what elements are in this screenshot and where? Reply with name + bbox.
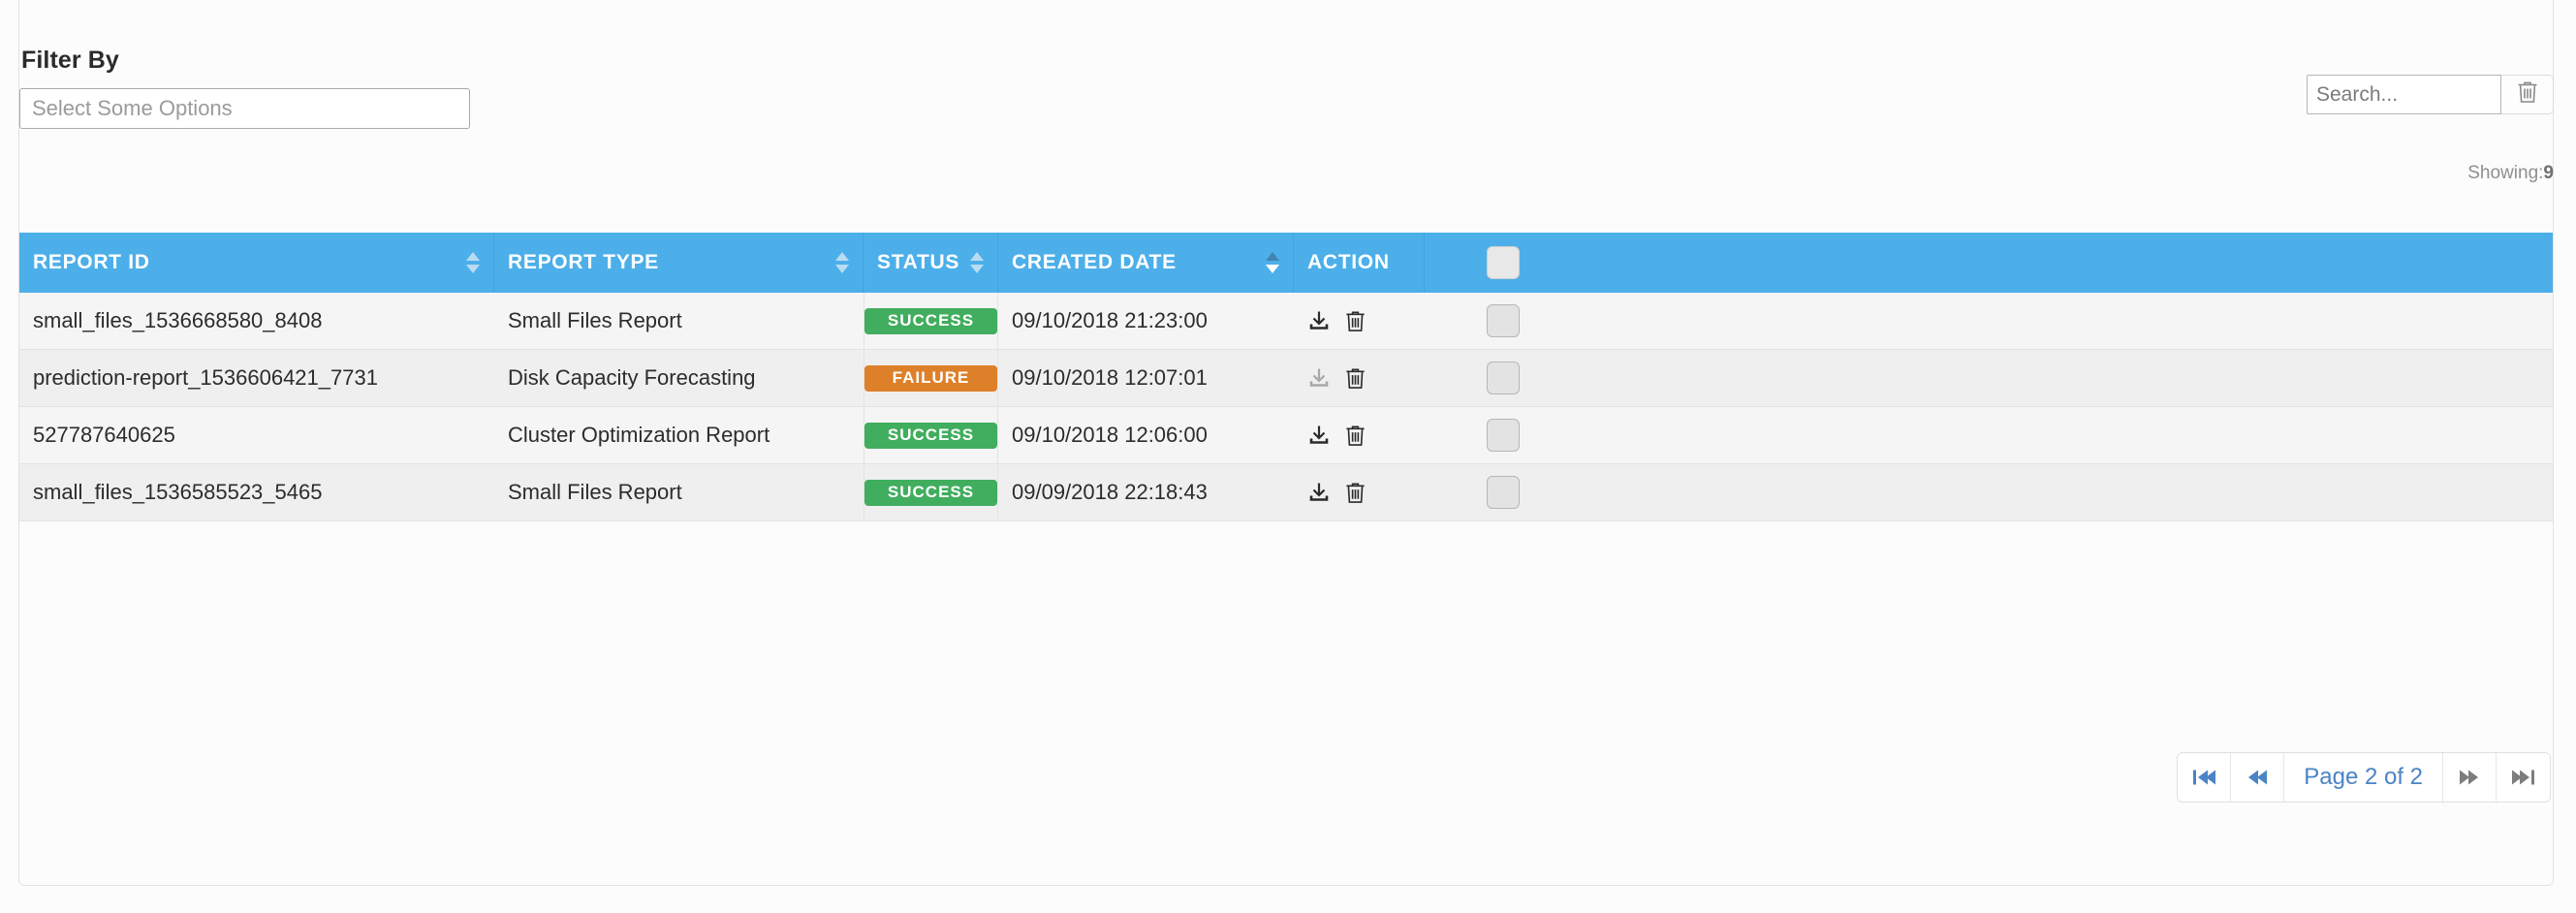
sort-toggle-created-date[interactable] [1266, 250, 1279, 275]
table-row: small_files_1536668580_8408 Small Files R… [19, 293, 2553, 350]
delete-report-button[interactable] [1344, 424, 1367, 448]
last-page-button[interactable] [2497, 753, 2550, 802]
row-checkbox[interactable] [1487, 304, 1520, 337]
trash-icon [1346, 482, 1365, 503]
table-row: small_files_1536585523_5465 Small Files R… [19, 464, 2553, 521]
table-header-row: REPORT ID REPORT TYPE STATUS CREATED DAT… [19, 233, 2553, 293]
cell-report-type: Small Files Report [508, 480, 682, 504]
skip-to-end-icon [2511, 770, 2534, 785]
trash-icon [1346, 425, 1365, 446]
next-page-button[interactable] [2443, 753, 2497, 802]
download-report-button[interactable] [1307, 309, 1331, 332]
filter-select[interactable]: Select Some Options [19, 88, 470, 129]
cell-select [1425, 293, 1582, 349]
cell-select [1425, 407, 1582, 463]
previous-page-button[interactable] [2231, 753, 2285, 802]
download-report-button[interactable] [1307, 481, 1331, 504]
cell-status: SUCCESS [864, 464, 998, 520]
cell-created-date: 09/10/2018 12:07:01 [1012, 365, 1208, 390]
row-checkbox[interactable] [1487, 476, 1520, 509]
delete-report-button[interactable] [1344, 481, 1367, 505]
cell-status: SUCCESS [864, 407, 998, 463]
cell-action [1294, 464, 1425, 520]
cell-report-id: prediction-report_1536606421_7731 [33, 365, 378, 390]
status-badge: SUCCESS [864, 422, 997, 449]
download-icon [1309, 311, 1329, 330]
row-checkbox[interactable] [1487, 419, 1520, 452]
delete-report-button[interactable] [1344, 366, 1367, 391]
trash-icon [2516, 79, 2539, 110]
table-row: 527787640625 Cluster Optimization Report S… [19, 407, 2553, 464]
download-report-button[interactable] [1307, 424, 1331, 447]
first-page-button[interactable] [2178, 753, 2232, 802]
column-label: CREATED DATE [1012, 251, 1177, 273]
showing-number: 9 [2543, 163, 2554, 183]
cell-action [1294, 407, 1425, 463]
download-icon [1309, 425, 1329, 444]
cell-report-id: small_files_1536668580_8408 [33, 308, 323, 332]
filter-select-placeholder: Select Some Options [32, 96, 233, 120]
cell-created-date: 09/10/2018 12:06:00 [1012, 423, 1208, 447]
rewind-icon [2248, 770, 2268, 785]
reports-table: REPORT ID REPORT TYPE STATUS CREATED DAT… [19, 233, 2553, 521]
cell-select [1425, 350, 1582, 406]
column-label: REPORT ID [33, 251, 150, 273]
status-badge: SUCCESS [864, 307, 997, 334]
column-header-report-id[interactable]: REPORT ID [19, 233, 494, 293]
sort-toggle-status[interactable] [970, 250, 984, 275]
cell-status: FAILURE [864, 350, 998, 406]
trash-icon [1346, 310, 1365, 331]
download-icon [1309, 483, 1329, 501]
cell-action [1294, 293, 1425, 349]
download-report-button [1307, 366, 1331, 390]
sort-toggle-report-id[interactable] [466, 250, 480, 275]
trash-icon [1346, 367, 1365, 389]
cell-created-date: 09/09/2018 22:18:43 [1012, 480, 1208, 504]
column-label: STATUS [877, 251, 960, 273]
cell-created-date: 09/10/2018 21:23:00 [1012, 308, 1208, 332]
page-indicator: Page 2 of 2 [2284, 753, 2443, 802]
status-badge: FAILURE [864, 364, 997, 392]
showing-count: Showing:9 [2467, 163, 2554, 184]
row-checkbox[interactable] [1487, 362, 1520, 394]
cell-report-type: Small Files Report [508, 308, 682, 332]
table-body: small_files_1536668580_8408 Small Files R… [19, 293, 2553, 521]
cell-action [1294, 350, 1425, 406]
table-row: prediction-report_1536606421_7731 Disk Ca… [19, 350, 2553, 407]
showing-prefix: Showing: [2467, 163, 2544, 183]
cell-report-id: 527787640625 [33, 423, 175, 447]
filter-by-label: Filter By [21, 47, 119, 74]
column-header-status[interactable]: STATUS [864, 233, 998, 293]
pagination: Page 2 of 2 [2177, 752, 2551, 803]
search-input[interactable] [2307, 75, 2501, 114]
cell-report-type: Disk Capacity Forecasting [508, 365, 756, 390]
reports-page: Filter By Select Some Options Showing:9 … [0, 0, 2576, 913]
cell-status: SUCCESS [864, 293, 998, 349]
column-header-created-date[interactable]: CREATED DATE [998, 233, 1294, 293]
download-icon [1309, 368, 1329, 387]
column-header-action: ACTION [1294, 233, 1425, 293]
filter-section: Filter By Select Some Options [19, 47, 601, 129]
skip-to-start-icon [2193, 770, 2216, 785]
cell-select [1425, 464, 1582, 520]
column-header-select-all[interactable] [1425, 233, 1582, 293]
status-badge: SUCCESS [864, 479, 997, 506]
search-section [2307, 75, 2554, 114]
column-label: REPORT TYPE [508, 251, 659, 273]
cell-report-id: small_files_1536585523_5465 [33, 480, 323, 504]
clear-search-button[interactable] [2501, 75, 2554, 114]
delete-report-button[interactable] [1344, 309, 1367, 333]
column-header-report-type[interactable]: REPORT TYPE [494, 233, 864, 293]
sort-toggle-report-type[interactable] [835, 250, 849, 275]
cell-report-type: Cluster Optimization Report [508, 423, 770, 447]
select-all-checkbox[interactable] [1487, 246, 1520, 279]
column-label: ACTION [1307, 251, 1390, 273]
fast-forward-icon [2460, 770, 2478, 785]
